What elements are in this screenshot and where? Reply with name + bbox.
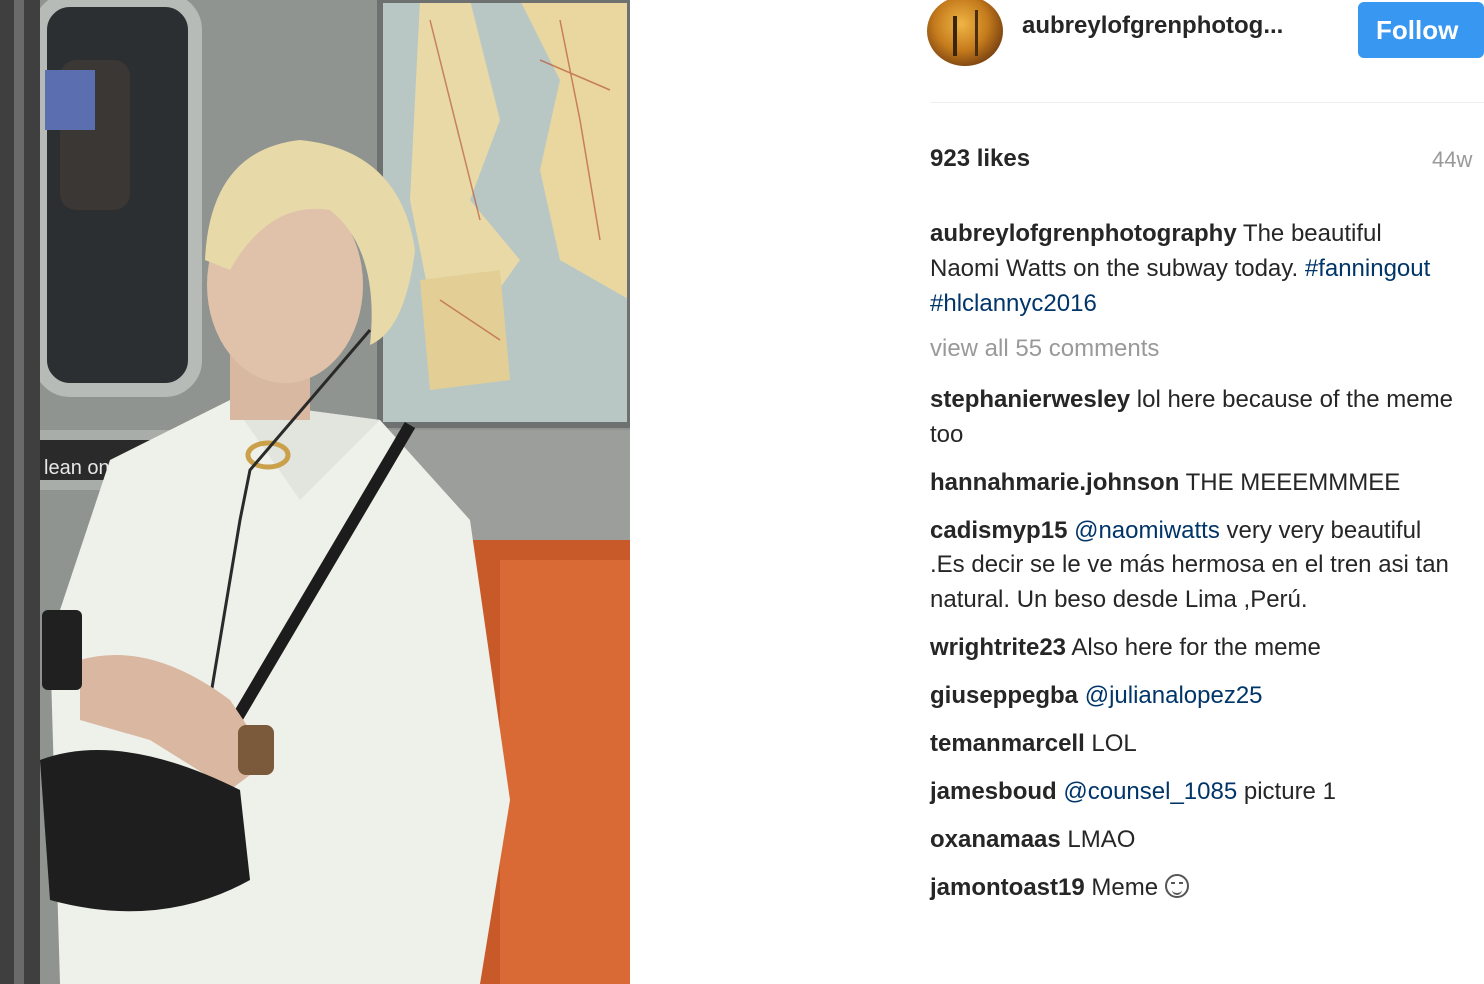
comment-username[interactable]: giuseppegba <box>930 682 1078 709</box>
follow-button[interactable]: Follow <box>1358 2 1484 58</box>
comment-text: THE MEEEMMMEE <box>1179 468 1401 496</box>
comment-text: Also here for the meme <box>1066 633 1321 661</box>
hashtag-link[interactable]: #hlclannyc2016 <box>930 290 1097 317</box>
likes-count[interactable]: 923 likes <box>930 145 1030 173</box>
comment-username[interactable]: hannahmarie.johnson <box>930 469 1179 496</box>
comments-list: stephanierwesley lol here because of the… <box>930 383 1454 919</box>
post-caption: aubreylofgrenphotography The beautiful N… <box>930 216 1450 321</box>
comment-item: hannahmarie.johnson THE MEEEMMMEE <box>930 466 1454 501</box>
comment-text: picture 1 <box>1237 777 1336 805</box>
comment-item: cadismyp15 @naomiwatts very very beautif… <box>930 514 1454 618</box>
instagram-post: lean on do aubreylofgrenphotog... Follow… <box>0 0 1484 984</box>
comment-mention-link[interactable]: @naomiwatts <box>1074 517 1220 544</box>
comment-item: jamesboud @counsel_1085 picture 1 <box>930 775 1454 810</box>
comment-username[interactable]: cadismyp15 <box>930 517 1067 544</box>
avatar-tree-shape <box>953 16 957 56</box>
hashtag-link[interactable]: #fanningout <box>1305 255 1430 282</box>
subway-scene-image: lean on do <box>0 0 630 984</box>
post-author-username[interactable]: aubreylofgrenphotog... <box>1022 12 1283 40</box>
comment-username[interactable]: jamesboud <box>930 778 1057 805</box>
comment-mention-link[interactable]: @julianalopez25 <box>1085 682 1263 709</box>
view-all-comments-link[interactable]: view all 55 comments <box>930 335 1159 363</box>
comment-username[interactable]: jamontoast19 <box>930 874 1085 901</box>
comment-item: giuseppegba @julianalopez25 <box>930 679 1454 714</box>
comment-item: jamontoast19 Meme <box>930 871 1454 906</box>
post-header: aubreylofgrenphotog... Follow <box>927 0 1484 70</box>
comment-item: stephanierwesley lol here because of the… <box>930 383 1454 452</box>
laughing-emoji-icon <box>1164 873 1189 898</box>
comment-username[interactable]: oxanamaas <box>930 826 1061 853</box>
post-photo[interactable]: lean on do <box>0 0 630 984</box>
comment-username[interactable]: wrightrite23 <box>930 634 1066 661</box>
header-divider <box>930 102 1484 103</box>
comment-text: LMAO <box>1060 825 1136 853</box>
comment-username[interactable]: temanmarcell <box>930 730 1085 757</box>
comment-item: oxanamaas LMAO <box>930 823 1454 858</box>
comment-item: wrightrite23 Also here for the meme <box>930 631 1454 666</box>
comment-text: Meme <box>1084 873 1165 901</box>
profile-avatar[interactable] <box>927 0 1003 66</box>
comment-text: LOL <box>1084 729 1137 757</box>
post-timestamp[interactable]: 44w <box>1432 147 1472 173</box>
avatar-tree-shape <box>975 10 978 56</box>
comment-item: temanmarcell LOL <box>930 727 1454 762</box>
caption-username[interactable]: aubreylofgrenphotography <box>930 220 1237 247</box>
comment-mention-link[interactable]: @counsel_1085 <box>1063 778 1237 805</box>
post-sidebar: aubreylofgrenphotog... Follow 923 likes … <box>927 0 1484 984</box>
comment-username[interactable]: stephanierwesley <box>930 386 1130 413</box>
